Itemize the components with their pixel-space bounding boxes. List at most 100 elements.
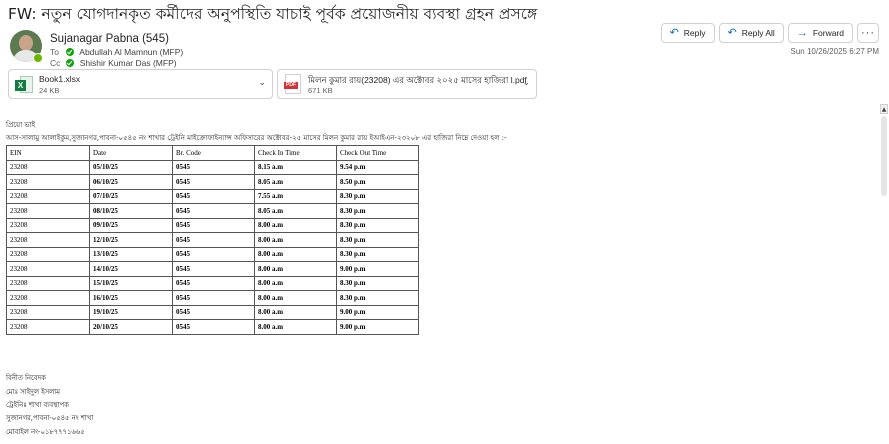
table-cell: 8.30 p.m xyxy=(336,188,419,204)
column-header: Check Out Time xyxy=(336,145,419,161)
presence-available-icon xyxy=(33,53,43,63)
to-recipient-line: To Abdullah Al Mamnun (MFP) xyxy=(50,47,183,57)
table-cell: 8.30 p.m xyxy=(336,246,419,262)
table-cell: 0545 xyxy=(172,232,255,248)
signature-line: ট্রেইনিঃ শাখা ব্যবস্থাপক xyxy=(6,401,69,409)
table-row: 23208 20/10/25 0545 8.00 a.m 9.00 p.m xyxy=(6,319,419,335)
table-cell: 23208 xyxy=(6,159,90,175)
scrollbar-thumb[interactable] xyxy=(881,116,887,196)
table-cell: 19/10/25 xyxy=(89,304,173,320)
table-cell: 8.30 p.m xyxy=(336,275,419,291)
table-cell: 0545 xyxy=(172,319,255,335)
pdf-file-icon: PDF xyxy=(284,74,301,94)
reply-button[interactable]: ↶ Reply xyxy=(660,23,715,43)
to-label: To xyxy=(50,47,59,57)
table-cell: 0545 xyxy=(172,174,255,190)
column-header: Br. Code xyxy=(172,145,255,161)
table-cell: 23208 xyxy=(6,290,90,306)
table-row: 23208 07/10/25 0545 7.55 a.m 8.30 p.m xyxy=(6,188,419,204)
table-cell: 8.50 p.m xyxy=(336,174,419,190)
table-row: 23208 15/10/25 0545 8.00 a.m 8.30 p.m xyxy=(6,275,419,291)
attachment-name: Book1.xlsx xyxy=(39,74,81,84)
reply-all-label: Reply All xyxy=(741,28,775,38)
table-cell: 23208 xyxy=(6,217,90,233)
table-cell: 23208 xyxy=(6,275,90,291)
reply-all-button[interactable]: ↶ Reply All xyxy=(718,23,784,43)
table-cell: 8.00 a.m xyxy=(254,246,337,262)
verified-check-icon xyxy=(66,48,75,56)
table-row: 23208 12/10/25 0545 8.00 a.m 8.30 p.m xyxy=(6,232,419,248)
table-header-row: EIN Date Br. Code Check In Time Check Ou… xyxy=(6,145,419,161)
attachment-size: 671 KB xyxy=(308,86,333,95)
attachment-xlsx[interactable]: X Book1.xlsx 24 KB ⌄ xyxy=(8,69,273,99)
table-cell: 8.00 a.m xyxy=(254,319,337,335)
table-cell: 7.55 a.m xyxy=(254,188,337,204)
forward-label: Forward xyxy=(812,28,844,38)
table-cell: 8.00 a.m xyxy=(254,217,337,233)
table-cell: 05/10/25 xyxy=(89,159,173,175)
table-cell: 15/10/25 xyxy=(89,275,173,291)
table-cell: 0545 xyxy=(172,290,255,306)
table-cell: 0545 xyxy=(172,203,255,219)
chevron-down-icon[interactable]: ⌄ xyxy=(258,78,266,88)
attachment-name: মিলন কুমার রায়(23208) এর অক্টোবর ২০২৫ ম… xyxy=(308,75,527,85)
scroll-up-arrow-icon[interactable]: ▲ xyxy=(880,104,888,114)
table-cell: 8.00 a.m xyxy=(254,290,337,306)
email-subject: FW: নতুন যোগদানকৃত কর্মীদের অনুপস্থিতি য… xyxy=(8,5,538,23)
table-row: 23208 05/10/25 0545 8.15 a.m 9.54 p.m xyxy=(6,159,419,175)
sender-name[interactable]: Sujanagar Pabna (545) xyxy=(50,33,169,45)
table-cell: 0545 xyxy=(172,304,255,320)
attachment-pdf[interactable]: PDF মিলন কুমার রায়(23208) এর অক্টোবর ২০… xyxy=(277,69,537,99)
table-row: 23208 06/10/25 0545 8.05 a.m 8.50 p.m xyxy=(6,174,419,190)
table-cell: 9.00 p.m xyxy=(336,261,419,277)
table-cell: 8.05 a.m xyxy=(254,203,337,219)
column-header: EIN xyxy=(6,145,90,161)
table-cell: 0545 xyxy=(172,246,255,262)
table-cell: 9.00 p.m xyxy=(336,319,419,335)
cc-recipient-line: Cc Shishir Kumar Das (MFP) xyxy=(50,58,177,68)
message-actions: ↶ Reply ↶ Reply All → Forward ··· xyxy=(660,23,879,43)
excel-file-icon: X xyxy=(15,75,33,95)
table-cell: 23208 xyxy=(6,188,90,204)
table-cell: 0545 xyxy=(172,159,255,175)
table-cell: 8.00 a.m xyxy=(254,232,337,248)
table-row: 23208 14/10/25 0545 8.00 a.m 9.00 p.m xyxy=(6,261,419,277)
table-cell: 23208 xyxy=(6,319,90,335)
signature-line: মোঃ সাইদুল ইসলাম xyxy=(6,388,60,396)
table-cell: 14/10/25 xyxy=(89,261,173,277)
table-row: 23208 13/10/25 0545 8.00 a.m 8.30 p.m xyxy=(6,246,419,262)
table-cell: 20/10/25 xyxy=(89,319,173,335)
table-cell: 12/10/25 xyxy=(89,232,173,248)
table-cell: 8.00 a.m xyxy=(254,304,337,320)
signature-line: সুজানগর,পাবনা-০৫৪৫ নং শাখা xyxy=(6,414,94,422)
table-cell: 8.15 a.m xyxy=(254,159,337,175)
table-row: 23208 08/10/25 0545 8.05 a.m 8.30 p.m xyxy=(6,203,419,219)
more-actions-button[interactable]: ··· xyxy=(857,23,879,43)
body-intro: আস-সালামু আলাইকুম,সুজানগর,পাবনা-০৫৪৫ নং … xyxy=(6,134,507,142)
table-cell: 08/10/25 xyxy=(89,203,173,219)
table-cell: 23208 xyxy=(6,174,90,190)
table-cell: 8.30 p.m xyxy=(336,217,419,233)
signature-line: বিনীত নিবেদক xyxy=(6,374,46,382)
table-cell: 16/10/25 xyxy=(89,290,173,306)
reply-all-arrow-icon: ↶ xyxy=(727,26,737,39)
table-cell: 23208 xyxy=(6,246,90,262)
table-cell: 23208 xyxy=(6,261,90,277)
table-cell: 8.30 p.m xyxy=(336,203,419,219)
table-cell: 23208 xyxy=(6,304,90,320)
table-cell: 23208 xyxy=(6,232,90,248)
table-cell: 8.30 p.m xyxy=(336,290,419,306)
column-header: Date xyxy=(89,145,173,161)
table-cell: 9.00 p.m xyxy=(336,304,419,320)
attachment-size: 24 KB xyxy=(39,86,60,95)
received-datetime: Sun 10/26/2025 6:27 PM xyxy=(790,47,879,56)
chevron-down-icon[interactable]: ⌄ xyxy=(522,78,530,88)
table-cell: 0545 xyxy=(172,217,255,233)
to-recipient[interactable]: Abdullah Al Mamnun (MFP) xyxy=(79,47,183,57)
forward-button[interactable]: → Forward xyxy=(787,23,853,43)
cc-recipient[interactable]: Shishir Kumar Das (MFP) xyxy=(80,58,177,68)
table-cell: 0545 xyxy=(172,261,255,277)
table-row: 23208 19/10/25 0545 8.00 a.m 9.00 p.m xyxy=(6,304,419,320)
table-cell: 09/10/25 xyxy=(89,217,173,233)
reply-label: Reply xyxy=(683,28,706,38)
